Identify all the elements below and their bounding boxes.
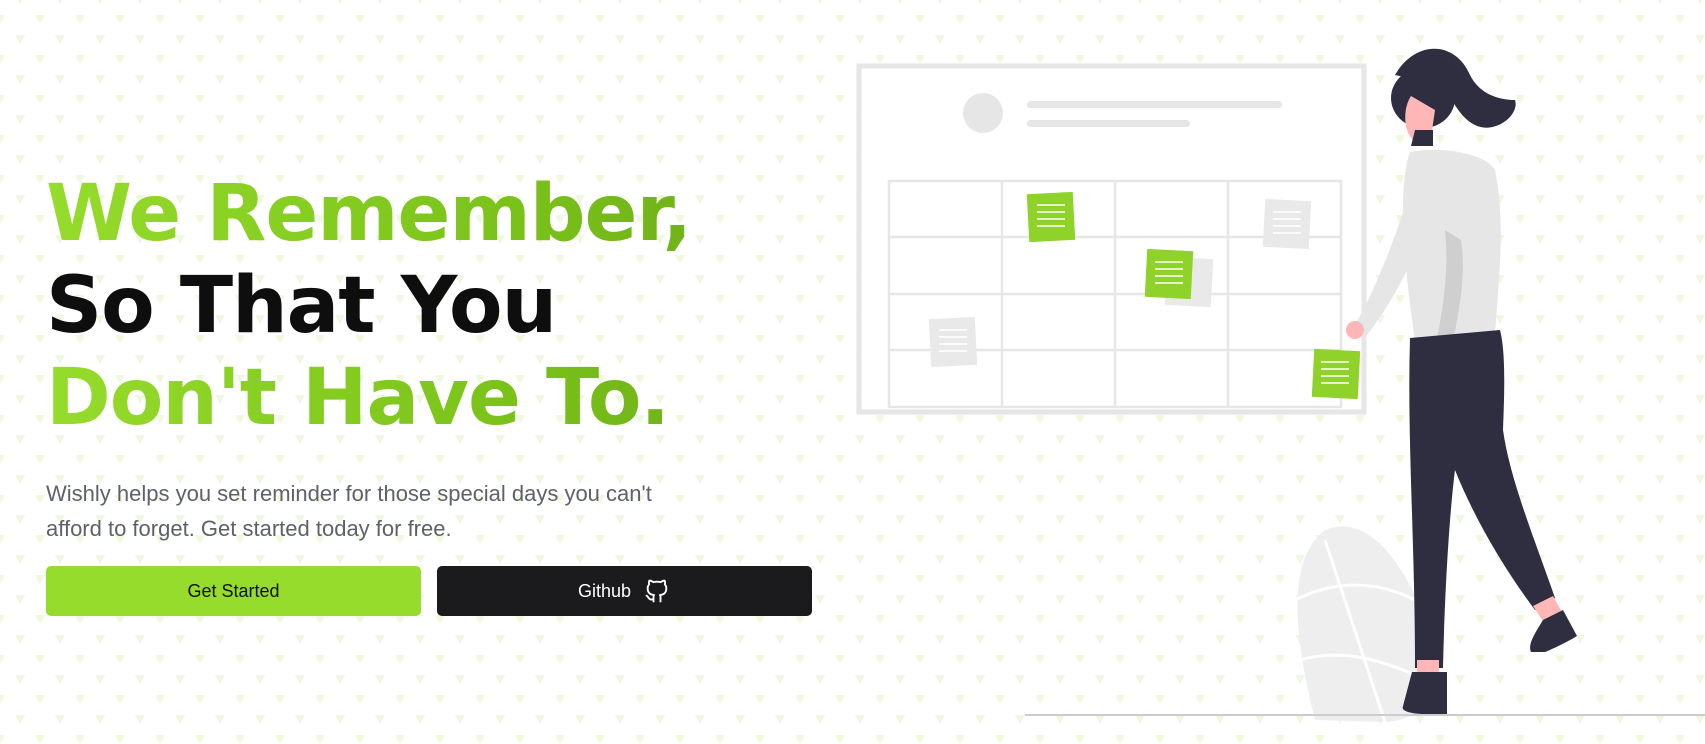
get-started-label: Get Started (187, 580, 280, 601)
github-button[interactable]: Github (437, 566, 812, 616)
sticky-note-gray-1 (1262, 198, 1312, 250)
headline-line-1: We Remember, (46, 168, 826, 260)
get-started-button[interactable]: Get Started (46, 566, 421, 616)
hero-subtitle: Wishly helps you set reminder for those … (46, 481, 652, 541)
board-avatar-circle (963, 93, 1003, 133)
sticky-note-green-in-hand (1311, 348, 1361, 400)
board-subtitle-line (1027, 120, 1190, 127)
github-label: Github (577, 580, 632, 601)
sticky-note-green-1 (1026, 191, 1076, 243)
sticky-note-gray-3 (928, 316, 978, 368)
hero-section: We Remember, So That You Don't Have To. … (46, 168, 826, 616)
board-title-line (1027, 101, 1282, 108)
sticky-note-green-2 (1144, 248, 1194, 300)
woman-with-calendar-board-illustration (856, 48, 1705, 723)
cta-buttons: Get Started Github (46, 566, 826, 616)
github-icon (645, 579, 668, 603)
headline-line-3: Don't Have To. (46, 352, 826, 444)
headline-line-2: So That You (46, 261, 557, 351)
hero-headline: We Remember, So That You Don't Have To. (46, 168, 826, 444)
